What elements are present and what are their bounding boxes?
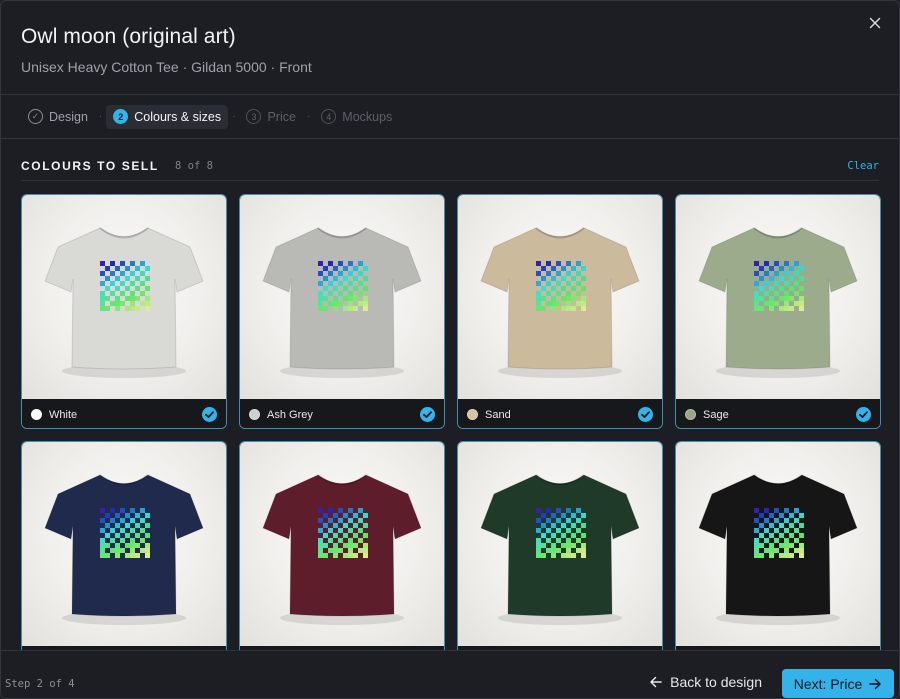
step-indicator: Step 2 of 4 <box>5 678 75 690</box>
close-icon <box>869 17 881 29</box>
colour-label: Sage <box>676 399 880 428</box>
colour-card[interactable]: Navy <box>21 441 227 650</box>
step-number: 4 <box>321 109 337 124</box>
colour-label: Ash Grey <box>240 399 444 428</box>
step-mockups[interactable]: 4 Mockups <box>314 105 399 129</box>
tshirt-graphic <box>44 474 204 625</box>
modal-title: Owl moon (original art) <box>21 25 236 48</box>
colour-swatch <box>467 409 478 420</box>
colour-card[interactable]: Sage <box>675 194 881 429</box>
close-button[interactable] <box>865 13 885 33</box>
step-separator: · <box>306 111 311 122</box>
tshirt-graphic <box>480 474 640 625</box>
tshirt-mockup-image <box>676 442 880 646</box>
step-colours-sizes[interactable]: 2 Colours & sizes <box>106 104 229 129</box>
check-circle-icon: ✓ <box>28 109 43 124</box>
back-button[interactable]: Back to design <box>649 674 762 690</box>
colour-card[interactable]: White <box>21 194 227 429</box>
checkmark-icon[interactable] <box>856 407 871 422</box>
step-number: 2 <box>113 109 129 124</box>
colour-swatch <box>31 409 42 420</box>
tshirt-mockup-image <box>676 195 880 399</box>
tshirt-mockup-image <box>240 195 444 399</box>
step-separator: · <box>232 111 236 122</box>
colour-swatch <box>249 409 260 420</box>
step-separator: · <box>98 111 103 122</box>
clear-button[interactable]: Clear <box>847 160 879 172</box>
colour-card[interactable]: Forest Green <box>457 441 663 650</box>
step-number: 3 <box>246 109 262 124</box>
modal-footer: Step 2 of 4 Back to design Next: Price <box>1 650 899 698</box>
modal-subtitle: Unisex Heavy Cotton Tee · Gildan 5000 · … <box>21 59 312 75</box>
arrow-right-icon <box>869 678 881 689</box>
selected-count: 8 of 8 <box>175 160 213 172</box>
colour-name: Sage <box>703 408 729 421</box>
section-title: COLOURS TO SELL <box>21 159 159 173</box>
colour-name: White <box>49 408 78 421</box>
colour-card[interactable]: Sand <box>457 194 663 429</box>
colour-card[interactable]: Maroon <box>239 441 445 650</box>
step-design[interactable]: ✓ Design <box>21 105 95 129</box>
tshirt-mockup-image <box>22 442 226 646</box>
product-setup-modal: Owl moon (original art) Unisex Heavy Cot… <box>0 0 900 699</box>
tshirt-graphic <box>44 227 204 378</box>
step-price[interactable]: 3 Price <box>239 105 302 129</box>
step-label: Price <box>267 109 296 124</box>
colour-name: Ash Grey <box>267 408 313 421</box>
colour-card[interactable]: Black <box>675 441 881 650</box>
colour-grid: White Ash Grey Sand Sage NavyMaroonForest Gr… <box>21 194 881 650</box>
colour-label: Sand <box>458 399 662 428</box>
checkmark-icon[interactable] <box>420 407 435 422</box>
tshirt-mockup-image <box>458 442 662 646</box>
stepper: ✓ Design · 2 Colours & sizes · 3 Price ·… <box>1 95 899 139</box>
tshirt-mockup-image <box>22 195 226 399</box>
modal-header: Owl moon (original art) Unisex Heavy Cot… <box>1 1 899 95</box>
colour-label: White <box>22 399 226 428</box>
step-label: Colours & sizes <box>134 109 222 124</box>
colours-section-header: COLOURS TO SELL 8 of 8 Clear <box>21 151 879 181</box>
tshirt-graphic <box>698 474 858 625</box>
back-label: Back to design <box>670 674 762 690</box>
colour-swatch <box>685 409 696 420</box>
colour-card[interactable]: Ash Grey <box>239 194 445 429</box>
tshirt-mockup-image <box>240 442 444 646</box>
checkmark-icon[interactable] <box>638 407 653 422</box>
step-label: Design <box>49 109 88 124</box>
colour-name: Sand <box>485 408 511 421</box>
next-label: Next: Price <box>793 675 863 692</box>
tshirt-graphic <box>480 227 640 378</box>
tshirt-graphic <box>698 227 858 378</box>
next-button[interactable]: Next: Price <box>782 669 894 698</box>
tshirt-graphic <box>262 227 422 378</box>
step-label: Mockups <box>342 109 393 124</box>
tshirt-graphic <box>262 474 422 625</box>
tshirt-mockup-image <box>458 195 662 399</box>
checkmark-icon[interactable] <box>202 407 217 422</box>
arrow-left-icon <box>650 676 662 688</box>
